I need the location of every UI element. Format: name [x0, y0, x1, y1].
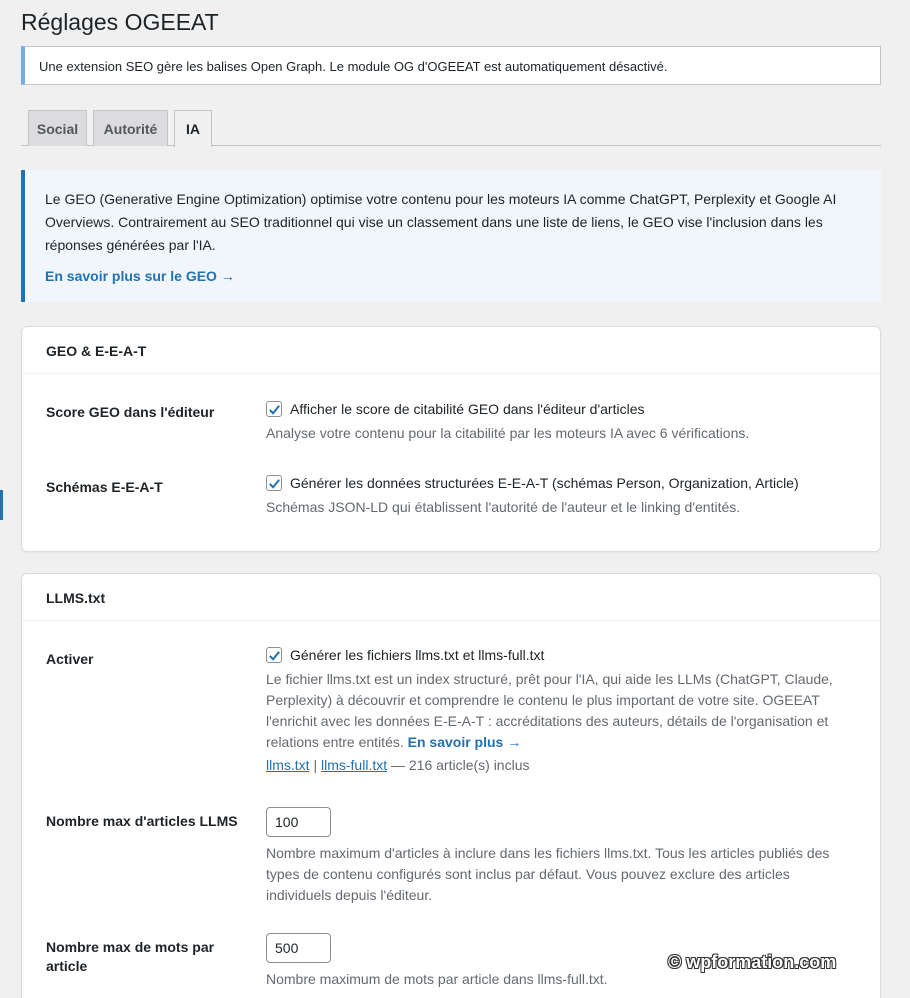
activate-label: Activer	[46, 651, 94, 667]
llms-files: llms.txt | llms-full.txt — 216 article(s…	[266, 757, 846, 773]
geo-eeat-card: GEO & E-E-A-T Score GEO dans l'éditeur A…	[21, 326, 881, 552]
llms-desc-text: Le fichier llms.txt est un index structu…	[266, 671, 833, 750]
score-geo-checkbox-label[interactable]: Afficher le score de citabilité GEO dans…	[290, 401, 644, 417]
llms-card: LLMS.txt Activer Générer les fichiers ll…	[21, 573, 881, 998]
geo-info-box: Le GEO (Generative Engine Optimization) …	[21, 170, 881, 302]
llms-learn-more-link[interactable]: En savoir plus →	[408, 734, 522, 750]
seo-notice: Une extension SEO gère les balises Open …	[21, 46, 881, 85]
schemas-eeat-checkbox-label[interactable]: Générer les données structurées E-E-A-T …	[290, 475, 799, 491]
left-edge-indicator	[0, 490, 3, 520]
checkmark-icon	[268, 478, 280, 489]
max-words-label: Nombre max de mots par article	[46, 939, 215, 974]
schemas-eeat-label: Schémas E-E-A-T	[46, 479, 163, 495]
schemas-eeat-checkbox[interactable]	[266, 475, 282, 491]
max-words-input[interactable]	[266, 933, 331, 963]
card-title: GEO & E-E-A-T	[22, 327, 880, 374]
article-count: — 216 article(s) inclus	[391, 757, 530, 773]
geo-learn-more-link[interactable]: En savoir plus sur le GEO →	[45, 265, 235, 288]
checkmark-icon	[268, 404, 280, 415]
tab-bar: Social Autorité IA	[21, 110, 881, 147]
score-geo-desc: Analyse votre contenu pour la citabilité…	[266, 425, 750, 441]
geo-info-text: Le GEO (Generative Engine Optimization) …	[45, 191, 837, 253]
score-geo-label: Score GEO dans l'éditeur	[46, 404, 215, 420]
schemas-eeat-field: Générer les données structurées E-E-A-T …	[266, 473, 846, 518]
tab-autorite[interactable]: Autorité	[93, 110, 168, 146]
llms-full-txt-link[interactable]: llms-full.txt	[321, 757, 387, 773]
notice-text: Une extension SEO gère les balises Open …	[39, 59, 668, 74]
max-articles-label: Nombre max d'articles LLMS	[46, 813, 238, 829]
activate-llms-checkbox-label[interactable]: Générer les fichiers llms.txt et llms-fu…	[290, 647, 544, 663]
llms-txt-link[interactable]: llms.txt	[266, 757, 310, 773]
checkmark-icon	[268, 650, 280, 661]
tab-ia[interactable]: IA	[174, 110, 212, 147]
link-separator: |	[313, 757, 318, 773]
llms-desc: Le fichier llms.txt est un index structu…	[266, 669, 846, 753]
schemas-eeat-desc: Schémas JSON-LD qui établissent l'autori…	[266, 499, 741, 515]
score-geo-checkbox[interactable]	[266, 401, 282, 417]
page-title: Réglages OGEEAT	[21, 9, 219, 35]
watermark: © wpformation.com	[668, 952, 837, 972]
tab-social[interactable]: Social	[28, 110, 87, 146]
activate-field: Générer les fichiers llms.txt et llms-fu…	[266, 645, 846, 773]
activate-llms-checkbox[interactable]	[266, 647, 282, 663]
max-articles-desc: Nombre maximum d'articles à inclure dans…	[266, 845, 830, 903]
max-articles-field: Nombre maximum d'articles à inclure dans…	[266, 807, 846, 906]
score-geo-field: Afficher le score de citabilité GEO dans…	[266, 399, 846, 444]
card-title: LLMS.txt	[22, 574, 880, 621]
max-articles-input[interactable]	[266, 807, 331, 837]
